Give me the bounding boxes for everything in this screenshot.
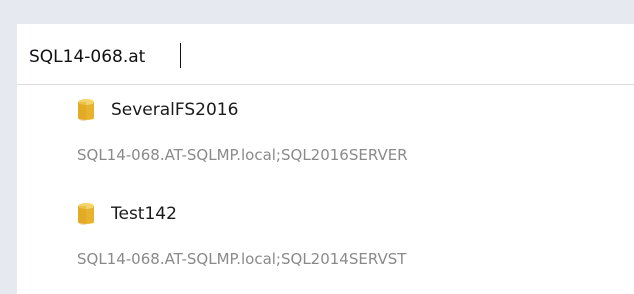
result-title-row[interactable]: Test142 xyxy=(77,198,177,230)
result-detail: SQL14-068.AT-SQLMP.local;SQL2014SERVST xyxy=(77,250,407,268)
window-frame: SeveralFS2016 SQL14-068.AT-SQLMP.local;S… xyxy=(0,0,634,294)
result-name: Test142 xyxy=(111,204,177,224)
text-caret xyxy=(180,43,181,68)
result-detail: SQL14-068.AT-SQLMP.local;SQL2016SERVER xyxy=(77,146,408,164)
database-icon xyxy=(78,203,94,226)
database-icon xyxy=(78,99,94,122)
search-row xyxy=(17,24,634,85)
search-input[interactable] xyxy=(29,43,589,71)
result-title-row[interactable]: SeveralFS2016 xyxy=(77,94,238,126)
search-panel: SeveralFS2016 SQL14-068.AT-SQLMP.local;S… xyxy=(17,24,634,294)
result-name: SeveralFS2016 xyxy=(111,100,239,120)
